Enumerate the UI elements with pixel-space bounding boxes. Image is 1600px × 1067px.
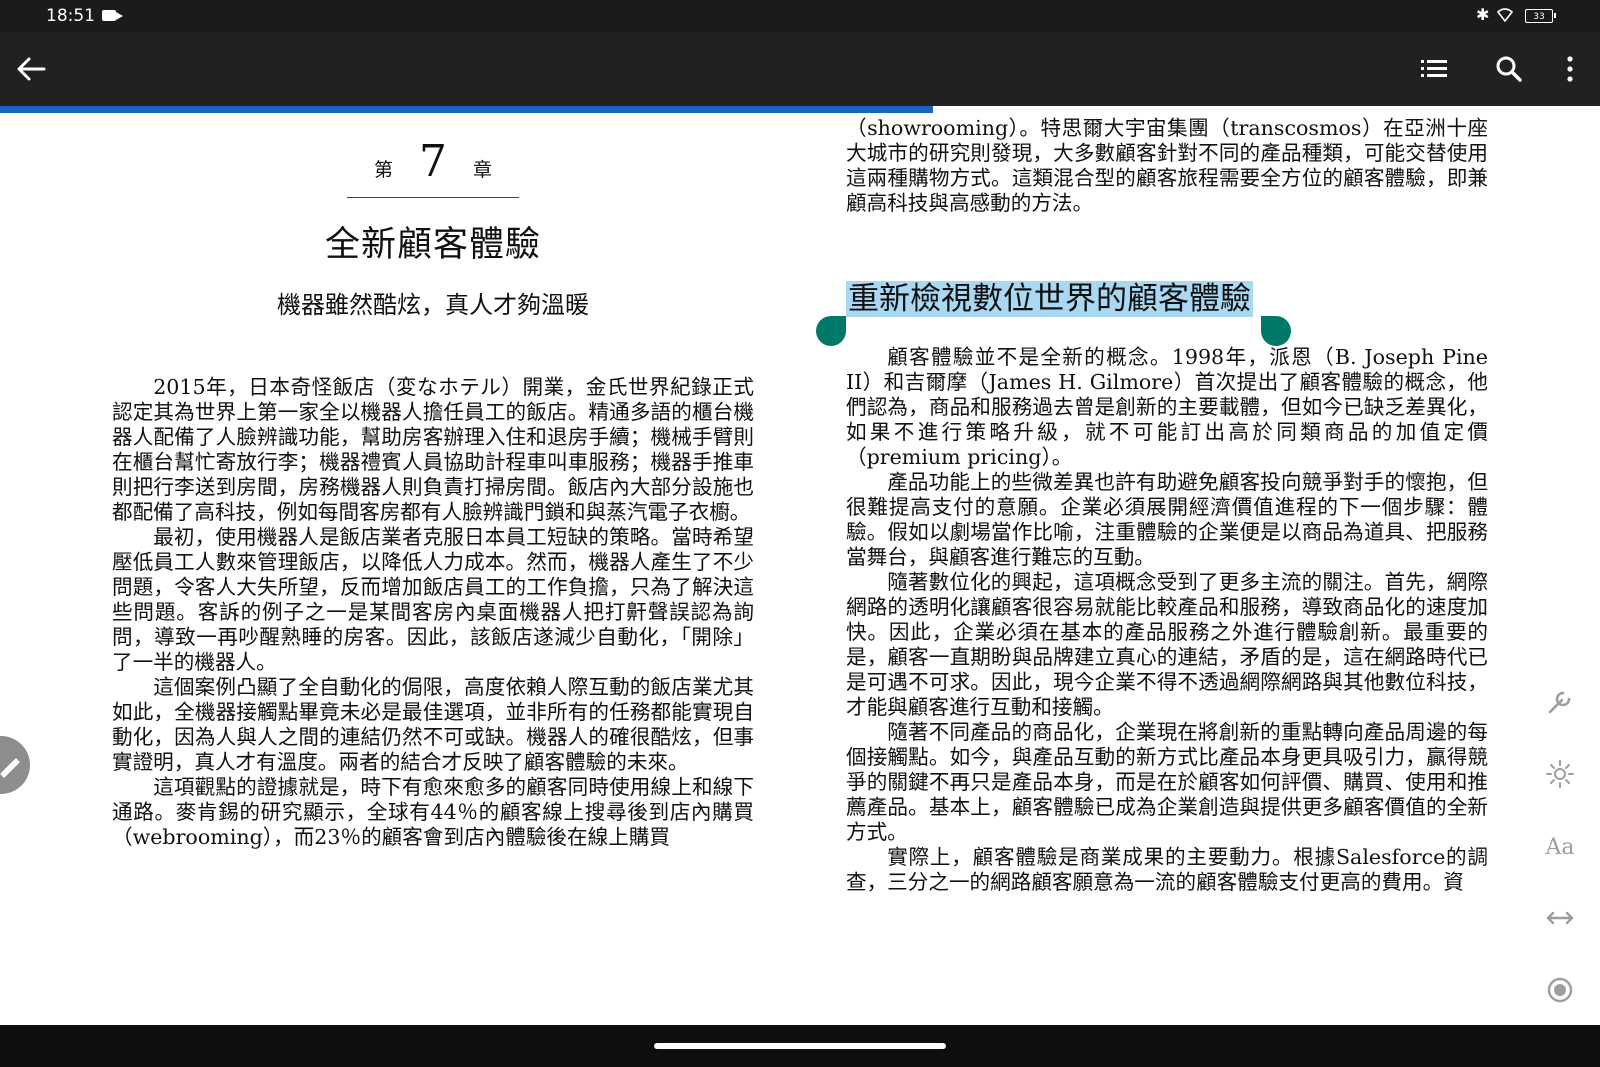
paragraph: 隨著不同產品的商品化，企業現在將創新的重點轉向產品周邊的每個接觸點。如今，與產品… xyxy=(846,720,1488,844)
paragraph: 顧客體驗並不是全新的概念。1998年，派恩（B. Joseph Pine II）… xyxy=(846,345,1488,469)
arrow-left-icon xyxy=(17,57,46,81)
settings-button[interactable] xyxy=(1542,684,1578,720)
paragraph: 產品功能上的些微差異也許有助避免顧客投向競爭對手的懷抱，但很難提高支付的意願。企… xyxy=(846,470,1488,569)
left-page: 第 7 章 全新顧客體驗 機器雖然酷炫，真人才夠溫暖 2015年，日本奇怪飯店（… xyxy=(112,116,754,1016)
reading-progress-bar xyxy=(0,106,1600,113)
search-button[interactable] xyxy=(1486,46,1532,92)
selection-handle-end[interactable] xyxy=(1261,316,1291,346)
paragraph: 實際上，顧客體驗是商業成果的主要動力。根據Salesforce的調查，三分之一的… xyxy=(846,845,1488,894)
section-heading[interactable]: 重新檢視數位世界的顧客體驗 xyxy=(846,279,1253,319)
more-options-button[interactable] xyxy=(1547,46,1593,92)
page-width-button[interactable] xyxy=(1542,900,1578,936)
chapter-prefix: 第 xyxy=(373,159,393,181)
horizontal-arrows-icon xyxy=(1546,911,1574,925)
paragraph: 最初，使用機器人是飯店業者克服日本員工短缺的策略。當時希望壓低員工人數來管理飯店… xyxy=(112,525,754,674)
paragraph: 這項觀點的證據就是，時下有愈來愈多的顧客同時使用線上和線下通路。麥肯錫的研究顯示… xyxy=(112,775,754,849)
selected-text-highlight[interactable]: 重新檢視數位世界的顧客體驗 xyxy=(846,281,1253,317)
pencil-icon xyxy=(0,758,20,778)
chapter-number: 7 xyxy=(419,136,447,187)
back-button[interactable] xyxy=(8,46,54,92)
text-size-icon[interactable]: Aa xyxy=(1542,830,1578,866)
screen-record-icon xyxy=(102,10,123,21)
battery-icon: 33 xyxy=(1525,9,1556,23)
paragraph: （showrooming）。特思爾大宇宙集團（transcosmos）在亞洲十座… xyxy=(846,116,1488,215)
status-time: 18:51 xyxy=(46,6,95,26)
status-bar: 18:51 ✱ 33 xyxy=(0,0,1600,32)
chapter-number-line: 第 7 章 xyxy=(112,136,754,187)
chapter-heading: 第 7 章 全新顧客體驗 機器雖然酷炫，真人才夠溫暖 xyxy=(112,136,754,320)
right-page: （showrooming）。特思爾大宇宙集團（transcosmos）在亞洲十座… xyxy=(816,116,1488,1016)
chapter-suffix: 章 xyxy=(473,159,493,181)
left-page-body: 2015年，日本奇怪飯店（変なホテル）開業，金氏世界紀錄正式認定其為世界上第一家… xyxy=(112,375,754,850)
right-page-continued-text: （showrooming）。特思爾大宇宙集團（transcosmos）在亞洲十座… xyxy=(846,116,1488,216)
wifi-icon xyxy=(1497,8,1513,22)
wrench-icon xyxy=(1548,691,1571,714)
paragraph: 這個案例凸顯了全自動化的侷限，高度依賴人際互動的飯店業尤其如此，全機器接觸點畢竟… xyxy=(112,675,754,774)
reader-toolbar xyxy=(0,32,1600,106)
reading-progress-fill xyxy=(0,106,933,113)
home-gesture-handle[interactable] xyxy=(654,1043,946,1049)
right-page-body: 顧客體驗並不是全新的概念。1998年，派恩（B. Joseph Pine II）… xyxy=(846,345,1488,895)
chapter-divider xyxy=(347,197,519,198)
toc-button[interactable] xyxy=(1411,46,1457,92)
auto-scroll-button[interactable] xyxy=(1542,972,1578,1008)
paragraph: 隨著數位化的興起，這項概念受到了更多主流的關注。首先，網際網路的透明化讓顧客很容… xyxy=(846,570,1488,719)
annotate-button[interactable] xyxy=(0,736,30,794)
brightness-button[interactable] xyxy=(1542,756,1578,792)
more-vert-icon xyxy=(1567,56,1573,82)
chapter-title: 全新顧客體驗 xyxy=(324,225,541,265)
selection-handle-start[interactable] xyxy=(816,316,846,346)
search-icon xyxy=(1496,56,1522,82)
paragraph: 2015年，日本奇怪飯店（変なホテル）開業，金氏世界紀錄正式認定其為世界上第一家… xyxy=(112,375,754,524)
radio-button-icon xyxy=(1547,977,1573,1003)
chapter-subtitle: 機器雖然酷炫，真人才夠溫暖 xyxy=(277,291,589,319)
list-icon xyxy=(1421,60,1447,77)
bluetooth-icon: ✱ xyxy=(1476,5,1490,24)
system-nav-bar xyxy=(0,1025,1600,1067)
brightness-icon xyxy=(1546,760,1574,788)
